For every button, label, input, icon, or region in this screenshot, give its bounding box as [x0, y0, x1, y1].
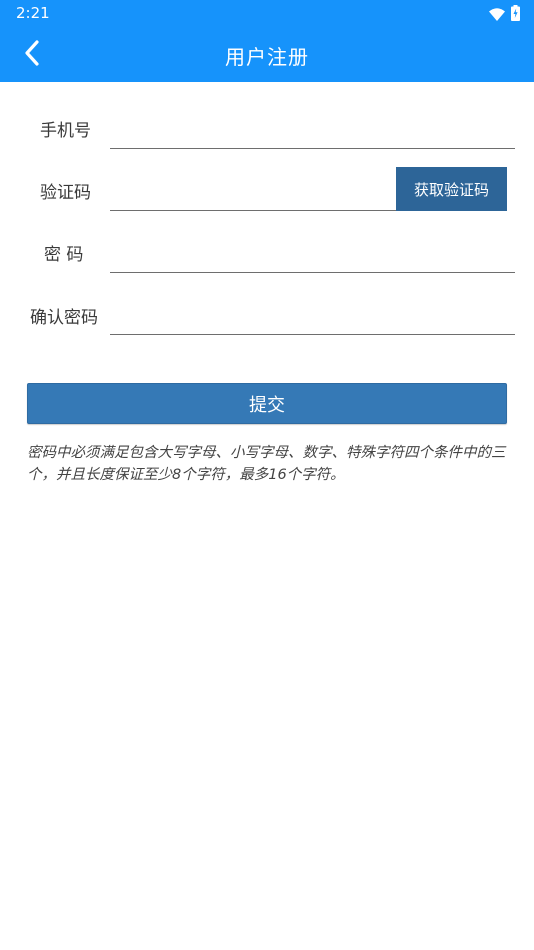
password-label: 密 码	[44, 245, 84, 265]
wifi-icon	[489, 6, 505, 25]
get-code-button[interactable]: 获取验证码	[396, 167, 507, 211]
phone-label: 手机号	[40, 121, 91, 141]
phone-input[interactable]	[110, 114, 515, 149]
confirm-password-input[interactable]	[110, 300, 515, 335]
status-bar: 2:21	[0, 0, 534, 27]
submit-button[interactable]: 提交	[27, 383, 507, 424]
battery-charging-icon	[511, 5, 520, 25]
password-input[interactable]	[110, 238, 515, 273]
password-hint: 密码中必须满足包含大写字母、小写字母、数字、特殊字符四个条件中的三个，并且长度保…	[27, 445, 506, 483]
code-label: 验证码	[40, 183, 91, 203]
verification-code-input[interactable]	[110, 176, 398, 211]
app-bar: 用户注册	[0, 27, 534, 82]
status-time: 2:21	[16, 4, 50, 22]
status-icons	[489, 5, 520, 25]
page-title: 用户注册	[225, 45, 309, 69]
confirm-password-label: 确认密码	[30, 308, 98, 328]
